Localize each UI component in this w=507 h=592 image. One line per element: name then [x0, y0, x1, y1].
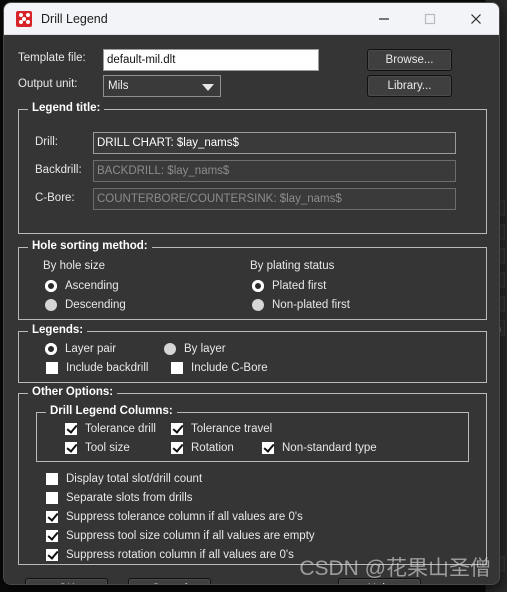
- library-button[interactable]: Library...: [367, 75, 452, 97]
- checkbox-display-total-count[interactable]: Display total slot/drill count: [46, 473, 202, 485]
- cbore-label: C-Bore:: [35, 192, 75, 204]
- backdrill-title-input[interactable]: BACKDRILL: $lay_nams$: [93, 160, 456, 182]
- checkbox-tolerance-drill-label: Tolerance drill: [85, 423, 156, 435]
- chevron-down-icon: [202, 84, 214, 91]
- template-file-label: Template file:: [18, 52, 86, 64]
- radio-by-layer[interactable]: By layer: [164, 343, 226, 355]
- hole-sorting-group: Hole sorting method: By hole size Ascend…: [18, 240, 487, 320]
- radio-descending-label: Descending: [65, 299, 126, 311]
- checkbox-suppress-rotation[interactable]: Suppress rotation column if all values a…: [46, 549, 294, 561]
- checkbox-non-standard-type-label: Non-standard type: [282, 442, 377, 454]
- checkbox-tool-size-box: [65, 442, 77, 454]
- ok-button[interactable]: OK: [25, 578, 108, 584]
- by-hole-size-heading: By hole size: [43, 260, 106, 272]
- checkbox-rotation-label: Rotation: [191, 442, 234, 454]
- checkbox-suppress-tolerance-box: [46, 511, 58, 523]
- checkbox-include-cbore-box: [171, 362, 183, 374]
- checkbox-tolerance-travel-box: [171, 423, 183, 435]
- maximize-icon[interactable]: [407, 3, 453, 35]
- drill-pattern-icon: [16, 10, 32, 27]
- checkbox-suppress-tool-size-box: [46, 530, 58, 542]
- radio-plated-first[interactable]: Plated first: [252, 280, 326, 292]
- dialog-body: Template file: default-mil.dlt Browse...…: [4, 35, 499, 584]
- other-options-group-label: Other Options:: [28, 386, 118, 398]
- checkbox-separate-slots[interactable]: Separate slots from drills: [46, 492, 193, 504]
- output-unit-select[interactable]: Mils: [103, 75, 221, 97]
- checkbox-non-standard-type[interactable]: Non-standard type: [262, 442, 377, 454]
- drill-legend-dialog: Drill Legend Template file: default-mil.…: [3, 2, 500, 585]
- radio-layer-pair[interactable]: Layer pair: [45, 343, 116, 355]
- other-options-group: Other Options: Drill Legend Columns: Tol…: [18, 386, 487, 565]
- checkbox-tolerance-drill-box: [65, 423, 77, 435]
- backdrill-label: Backdrill:: [35, 164, 82, 176]
- legend-title-group-label: Legend title:: [28, 102, 105, 114]
- cbore-title-input[interactable]: COUNTERBORE/COUNTERSINK: $lay_nams$: [93, 188, 456, 210]
- radio-plated-first-label: Plated first: [272, 280, 327, 292]
- checkbox-rotation-box: [171, 442, 183, 454]
- checkbox-tolerance-drill[interactable]: Tolerance drill: [65, 423, 156, 435]
- cancel-button[interactable]: Cancel: [128, 578, 211, 584]
- drill-legend-columns-group: Drill Legend Columns: Tolerance drill To…: [36, 405, 469, 462]
- checkbox-suppress-tolerance[interactable]: Suppress tolerance column if all values …: [46, 511, 303, 523]
- checkbox-display-total-count-label: Display total slot/drill count: [66, 473, 203, 485]
- checkbox-suppress-tool-size-label: Suppress tool size column if all values …: [66, 530, 315, 542]
- checkbox-suppress-tool-size[interactable]: Suppress tool size column if all values …: [46, 530, 315, 542]
- radio-by-layer-label: By layer: [184, 343, 226, 355]
- checkbox-tool-size-label: Tool size: [85, 442, 130, 454]
- radio-ascending-indicator: [45, 280, 57, 292]
- checkbox-display-total-count-box: [46, 473, 58, 485]
- output-unit-row: Output unit: Mils Library...: [18, 75, 487, 97]
- drill-title-input[interactable]: DRILL CHART: $lay_nams$: [93, 132, 456, 154]
- browse-button[interactable]: Browse...: [367, 49, 452, 71]
- radio-descending[interactable]: Descending: [45, 299, 126, 311]
- radio-layer-pair-label: Layer pair: [65, 343, 117, 355]
- radio-by-layer-indicator: [164, 343, 176, 355]
- checkbox-include-cbore[interactable]: Include C-Bore: [171, 362, 268, 374]
- help-button[interactable]: Help: [338, 578, 421, 584]
- checkbox-separate-slots-box: [46, 492, 58, 504]
- radio-plated-first-indicator: [252, 280, 264, 292]
- checkbox-suppress-rotation-label: Suppress rotation column if all values a…: [66, 549, 294, 561]
- checkbox-include-backdrill-label: Include backdrill: [66, 362, 149, 374]
- checkbox-include-backdrill-box: [46, 362, 58, 374]
- output-unit-value: Mils: [108, 80, 129, 92]
- radio-non-plated-first[interactable]: Non-plated first: [252, 299, 350, 311]
- legend-title-group: Legend title: Drill: DRILL CHART: $lay_n…: [18, 102, 487, 234]
- window-title: Drill Legend: [41, 11, 108, 26]
- checkbox-rotation[interactable]: Rotation: [171, 442, 234, 454]
- radio-non-plated-first-indicator: [252, 299, 264, 311]
- legends-group-label: Legends:: [28, 324, 88, 336]
- checkbox-separate-slots-label: Separate slots from drills: [66, 492, 193, 504]
- drill-label: Drill:: [35, 136, 58, 148]
- checkbox-suppress-rotation-box: [46, 549, 58, 561]
- checkbox-include-backdrill[interactable]: Include backdrill: [46, 362, 148, 374]
- checkbox-non-standard-type-box: [262, 442, 274, 454]
- checkbox-tool-size[interactable]: Tool size: [65, 442, 130, 454]
- drill-legend-columns-group-label: Drill Legend Columns:: [46, 405, 177, 417]
- output-unit-label: Output unit:: [18, 78, 78, 90]
- close-icon[interactable]: [453, 3, 499, 35]
- checkbox-suppress-tolerance-label: Suppress tolerance column if all values …: [66, 511, 303, 523]
- legends-group: Legends: Layer pair By layer Include bac…: [18, 324, 487, 383]
- radio-descending-indicator: [45, 299, 57, 311]
- minimize-icon[interactable]: [361, 3, 407, 35]
- by-plating-status-heading: By plating status: [250, 260, 335, 272]
- template-file-input[interactable]: default-mil.dlt: [103, 49, 319, 71]
- checkbox-tolerance-travel[interactable]: Tolerance travel: [171, 423, 272, 435]
- title-bar[interactable]: Drill Legend: [4, 3, 499, 35]
- template-file-row: Template file: default-mil.dlt Browse...: [18, 49, 487, 71]
- radio-layer-pair-indicator: [45, 343, 57, 355]
- hole-sorting-group-label: Hole sorting method:: [28, 240, 152, 252]
- checkbox-tolerance-travel-label: Tolerance travel: [191, 423, 273, 435]
- checkbox-include-cbore-label: Include C-Bore: [191, 362, 268, 374]
- radio-ascending-label: Ascending: [65, 280, 119, 292]
- radio-non-plated-first-label: Non-plated first: [272, 299, 350, 311]
- radio-ascending[interactable]: Ascending: [45, 280, 119, 292]
